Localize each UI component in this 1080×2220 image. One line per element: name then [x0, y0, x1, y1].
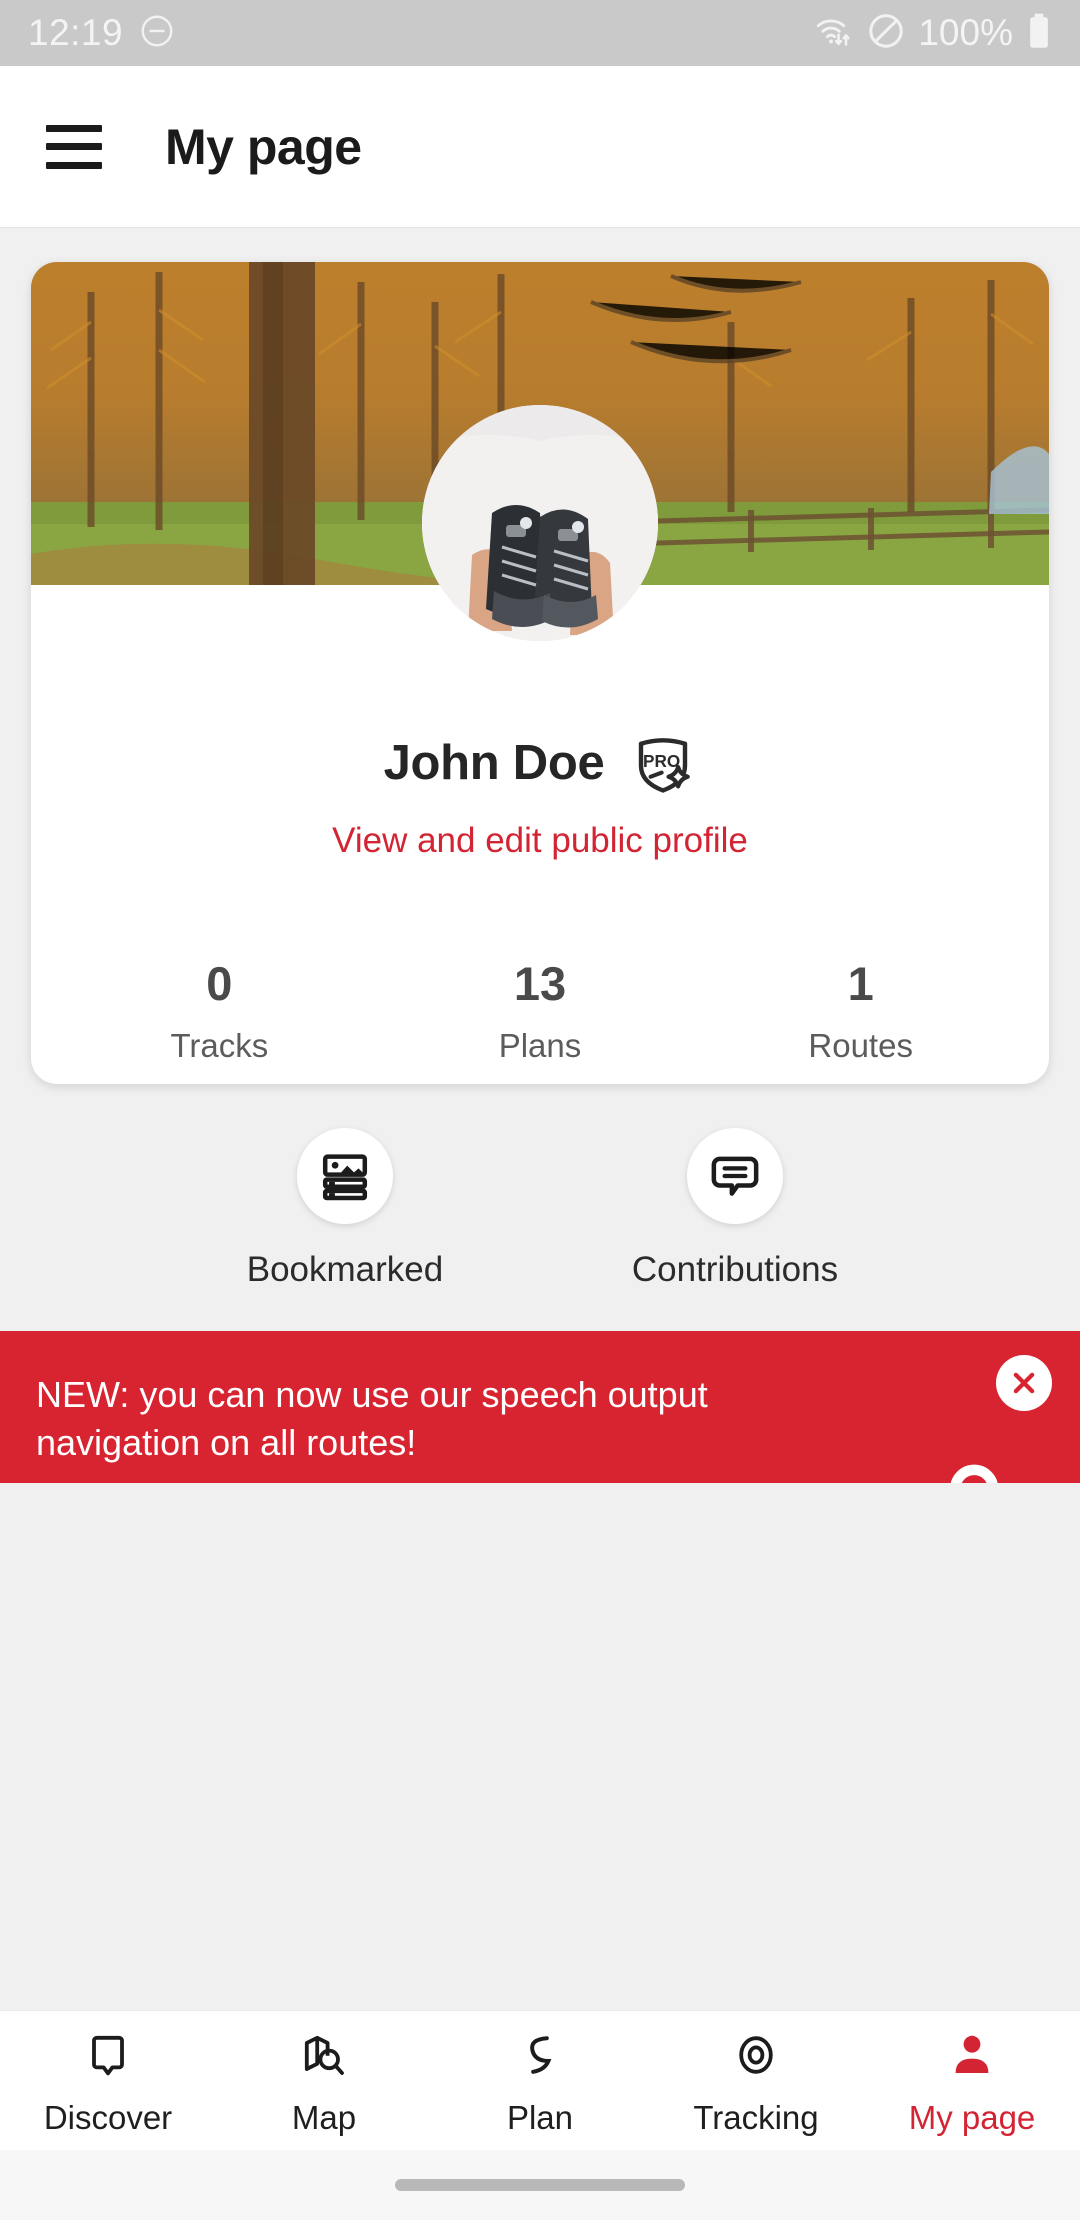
speech-bubble-outline-icon	[84, 2025, 132, 2085]
article-list-icon	[297, 1128, 393, 1224]
circle-minus-icon	[139, 13, 175, 54]
promo-banner[interactable]: NEW: you can now use our speech output n…	[0, 1331, 1080, 1483]
svg-text:PRO: PRO	[643, 751, 680, 771]
stat-value: 0	[206, 957, 233, 1010]
quick-action-label: Bookmarked	[246, 1250, 444, 1289]
nav-item-tracking[interactable]: Tracking	[648, 2025, 864, 2137]
app-screen: 12:19 100% My page John Doe PRO View and…	[0, 0, 1080, 2220]
stat-plans[interactable]: 13 Plans	[380, 956, 701, 1065]
nav-label: Tracking	[693, 2098, 819, 2136]
page-title: My page	[165, 118, 362, 175]
quick-action-contributions[interactable]: Contributions	[590, 1128, 880, 1290]
status-bar-left: 12:19	[28, 12, 175, 54]
status-bar-clock: 12:19	[28, 12, 124, 53]
stat-tracks[interactable]: 0 Tracks	[59, 956, 380, 1065]
route-curve-icon	[516, 2025, 564, 2085]
view-edit-profile-link[interactable]: View and edit public profile	[31, 821, 1049, 861]
stat-routes[interactable]: 1 Routes	[700, 956, 1021, 1065]
quick-action-label: Contributions	[631, 1250, 839, 1289]
circle-slash-icon	[867, 12, 905, 55]
nav-item-discover[interactable]: Discover	[0, 2025, 216, 2137]
nav-label: My page	[908, 2098, 1036, 2136]
person-icon	[948, 2025, 996, 2085]
quick-action-bookmarked[interactable]: Bookmarked	[200, 1128, 490, 1290]
main-content: John Doe PRO View and edit public profil…	[0, 228, 1080, 2010]
profile-card: John Doe PRO View and edit public profil…	[31, 262, 1049, 1084]
bottom-navigation: Discover Map Plan Tracking My page	[0, 2010, 1080, 2150]
target-circles-icon	[732, 2025, 780, 2085]
nav-label: Plan	[506, 2098, 574, 2136]
status-bar-right: 100%	[814, 12, 1052, 55]
nav-item-my-page[interactable]: My page	[864, 2025, 1080, 2137]
hamburger-menu-icon[interactable]	[46, 124, 102, 169]
avatar[interactable]	[422, 405, 658, 641]
quick-actions: Bookmarked Contributions	[0, 1128, 1080, 1290]
nav-label: Discover	[43, 2098, 173, 2136]
battery-percent-label: 100%	[918, 12, 1013, 53]
pro-badge-icon: PRO	[630, 730, 696, 796]
gesture-pill[interactable]	[395, 2179, 685, 2191]
map-search-icon	[300, 2025, 348, 2085]
app-bar: My page	[0, 66, 1080, 228]
stat-label: Tracks	[170, 1027, 269, 1064]
nav-item-map[interactable]: Map	[216, 2025, 432, 2137]
stat-label: Routes	[808, 1027, 913, 1064]
wifi-data-icon	[814, 13, 854, 54]
promo-banner-text: NEW: you can now use our speech output n…	[36, 1374, 708, 1463]
profile-stats: 0 Tracks 13 Plans 1 Routes	[31, 956, 1049, 1065]
profile-name-row: John Doe PRO	[31, 730, 1049, 796]
profile-name: John Doe	[383, 736, 605, 790]
nav-label: Map	[291, 2098, 357, 2136]
nav-item-plan[interactable]: Plan	[432, 2025, 648, 2137]
avatar-image	[422, 405, 658, 641]
status-bar: 12:19 100%	[0, 0, 1080, 66]
stat-value: 13	[513, 957, 567, 1010]
profile-details: John Doe PRO View and edit public profil…	[31, 585, 1049, 1065]
stat-label: Plans	[498, 1027, 582, 1064]
battery-full-icon	[1026, 12, 1052, 55]
speech-bubble-lines-icon	[687, 1128, 783, 1224]
close-x-icon[interactable]	[996, 1355, 1052, 1411]
stat-value: 1	[847, 957, 874, 1010]
speaker-decoration-icon	[928, 1451, 1012, 1483]
gesture-bar	[0, 2150, 1080, 2220]
